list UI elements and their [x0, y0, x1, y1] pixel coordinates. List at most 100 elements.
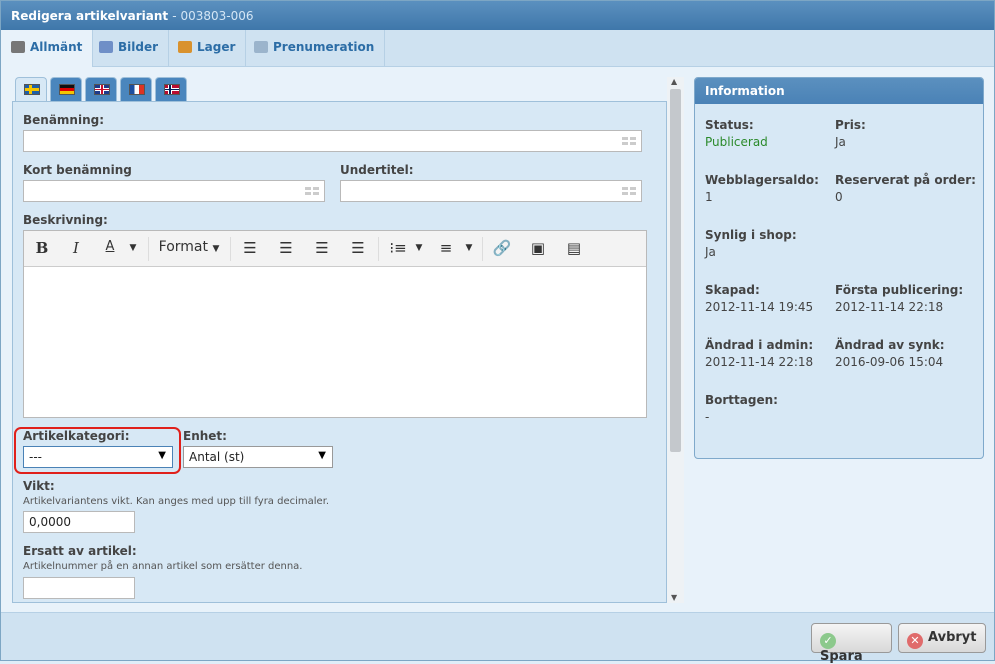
- bullet-list-icon[interactable]: ⁝≡: [388, 239, 408, 259]
- text-color-icon[interactable]: A: [102, 239, 118, 259]
- form-scrollbar[interactable]: ▲ ▼: [667, 77, 684, 603]
- sweden-flag-icon: [24, 84, 40, 95]
- image-icon[interactable]: ▣: [528, 239, 548, 259]
- language-tab-no[interactable]: [155, 77, 187, 101]
- chevron-down-icon[interactable]: ▼: [128, 243, 138, 263]
- synlig-label: Synlig i shop:: [705, 228, 797, 242]
- italic-icon[interactable]: I: [68, 239, 84, 259]
- chevron-down-icon: ▼: [158, 450, 166, 461]
- close-icon: ✕: [907, 633, 923, 649]
- toolbar-divider: [148, 237, 149, 261]
- vikt-input[interactable]: 0,0000: [23, 511, 135, 533]
- information-panel: Information Status: Publicerad Pris: Ja …: [694, 77, 984, 459]
- toolbar-divider: [482, 237, 483, 261]
- format-label: Format: [158, 239, 208, 255]
- align-right-icon[interactable]: ☰: [312, 239, 332, 259]
- tab-lager[interactable]: Lager: [168, 30, 247, 67]
- general-form-panel: Benämning: Kort benämning Undertitel: Be…: [12, 101, 667, 603]
- artikelkategori-value: ---: [29, 450, 42, 464]
- andrad-synk-value: 2016-09-06 15:04: [835, 355, 944, 369]
- vikt-value: 0,0000: [29, 515, 71, 529]
- box-icon: [178, 41, 192, 53]
- bold-icon[interactable]: B: [34, 239, 50, 259]
- toolbar-divider: [230, 237, 231, 261]
- scrollbar-thumb[interactable]: [670, 89, 681, 452]
- language-tab-fr[interactable]: [120, 77, 152, 101]
- beskrivning-label: Beskrivning:: [23, 213, 108, 227]
- align-left-icon[interactable]: ☰: [240, 239, 260, 259]
- andrad-admin-value: 2012-11-14 22:18: [705, 355, 814, 369]
- information-title: Information: [695, 78, 983, 104]
- cancel-label: Avbryt: [928, 630, 977, 645]
- language-tab-sv[interactable]: [15, 77, 47, 102]
- format-dropdown[interactable]: Format ▼: [158, 239, 220, 259]
- chevron-down-icon[interactable]: ▼: [414, 243, 424, 263]
- forsta-publicering-value: 2012-11-14 22:18: [835, 300, 944, 314]
- language-tab-de[interactable]: [50, 77, 82, 101]
- tab-content: Benämning: Kort benämning Undertitel: Be…: [1, 67, 994, 612]
- tab-lager-label: Lager: [197, 40, 236, 54]
- images-icon: [99, 41, 113, 53]
- scroll-up-icon[interactable]: ▲: [671, 77, 677, 86]
- dialog-footer: ✓Spara ✕ Avbryt: [1, 612, 994, 664]
- cancel-button[interactable]: ✕ Avbryt: [898, 623, 986, 653]
- kort-benamning-input[interactable]: [23, 180, 325, 202]
- scroll-down-icon[interactable]: ▼: [671, 593, 677, 602]
- translate-icon: [622, 137, 636, 145]
- status-label: Status:: [705, 118, 754, 132]
- toolbar-divider: [378, 237, 379, 261]
- ersatt-input[interactable]: [23, 577, 135, 599]
- pris-value: Ja: [835, 135, 846, 149]
- align-justify-icon[interactable]: ☰: [348, 239, 368, 259]
- align-center-icon[interactable]: ☰: [276, 239, 296, 259]
- borttagen-value: -: [705, 410, 710, 424]
- language-tab-gb[interactable]: [85, 77, 117, 101]
- germany-flag-icon: [59, 84, 75, 95]
- enhet-value: Antal (st): [189, 450, 245, 464]
- reserverat-label: Reserverat på order:: [835, 173, 976, 187]
- ersatt-label: Ersatt av artikel:: [23, 544, 137, 558]
- pris-label: Pris:: [835, 118, 866, 132]
- skapad-label: Skapad:: [705, 283, 760, 297]
- vikt-label: Vikt:: [23, 479, 55, 493]
- forsta-publicering-label: Första publicering:: [835, 283, 964, 297]
- andrad-admin-label: Ändrad i admin:: [705, 338, 814, 352]
- chevron-down-icon: ▼: [318, 450, 326, 461]
- main-tabs: Allmänt Bilder Lager Prenumeration: [1, 30, 994, 68]
- undertitel-label: Undertitel:: [340, 163, 414, 177]
- editor-body[interactable]: [24, 267, 646, 417]
- vikt-hint: Artikelvariantens vikt. Kan anges med up…: [23, 496, 330, 507]
- tab-prenumeration[interactable]: Prenumeration: [244, 30, 386, 67]
- undertitel-input[interactable]: [340, 180, 642, 202]
- enhet-select[interactable]: Antal (st) ▼: [183, 446, 333, 468]
- video-icon[interactable]: ▤: [564, 239, 584, 259]
- uk-flag-icon: [94, 84, 110, 95]
- ersatt-hint: Artikelnummer på en annan artikel som er…: [23, 561, 303, 572]
- borttagen-label: Borttagen:: [705, 393, 778, 407]
- translate-icon: [622, 187, 636, 195]
- artikelkategori-select[interactable]: --- ▼: [23, 446, 173, 468]
- translate-icon: [305, 187, 319, 195]
- artikelkategori-label: Artikelkategori:: [23, 429, 130, 443]
- chevron-down-icon[interactable]: ▼: [464, 243, 474, 263]
- chevron-down-icon: ▼: [212, 244, 220, 254]
- rich-text-editor: B I A ▼ Format ▼ ☰ ☰ ☰ ☰ ⁝≡ ▼ ≡ ▼ 🔗 ▣ ▤: [23, 230, 647, 418]
- tab-allmant-label: Allmänt: [30, 40, 83, 54]
- checkmark-icon: ✓: [820, 633, 836, 649]
- tab-bilder-label: Bilder: [118, 40, 159, 54]
- subscription-icon: [254, 41, 268, 53]
- edit-article-variant-dialog: Redigera artikelvariant - 003803-006 All…: [0, 0, 995, 664]
- synlig-value: Ja: [705, 245, 716, 259]
- numbered-list-icon[interactable]: ≡: [436, 239, 456, 259]
- benamning-input[interactable]: [23, 130, 642, 152]
- save-button[interactable]: ✓Spara: [811, 623, 892, 664]
- norway-flag-icon: [164, 84, 180, 95]
- tab-prenumeration-label: Prenumeration: [273, 40, 375, 54]
- tab-bilder[interactable]: Bilder: [89, 30, 170, 67]
- skapad-value: 2012-11-14 19:45: [705, 300, 814, 314]
- save-label: Spara: [820, 649, 863, 664]
- kort-benamning-label: Kort benämning: [23, 163, 132, 177]
- tab-allmant[interactable]: Allmänt: [1, 30, 94, 68]
- andrad-synk-label: Ändrad av synk:: [835, 338, 945, 352]
- link-icon[interactable]: 🔗: [492, 239, 512, 259]
